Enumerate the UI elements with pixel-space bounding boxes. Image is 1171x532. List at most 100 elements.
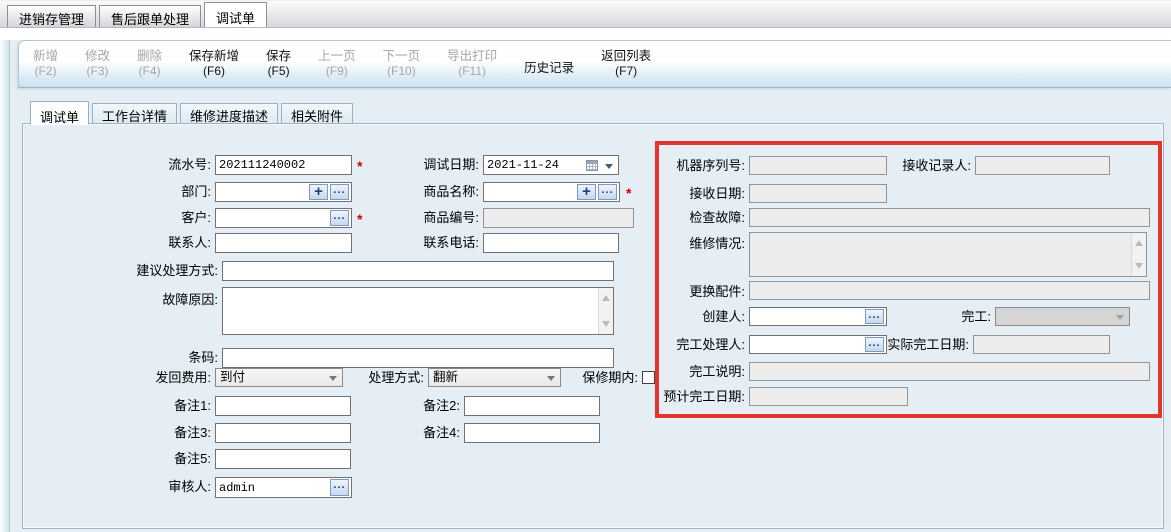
- next-page-button-shortcut: (F10): [383, 64, 421, 79]
- debug-date-field[interactable]: [483, 155, 619, 175]
- save-new-button-label: 保存新增: [189, 49, 239, 64]
- warranty-label: 保修期内:: [560, 368, 638, 388]
- note5-label: 备注5:: [90, 449, 211, 469]
- add-dept-button[interactable]: +: [309, 184, 328, 200]
- note4-input[interactable]: [464, 423, 600, 443]
- delete-button: 删除 (F4): [137, 49, 162, 79]
- chevron-down-icon: [329, 376, 337, 385]
- sub-tab-workbench-detail[interactable]: 工作台详情: [92, 103, 177, 124]
- export-print-button-label: 导出打印: [447, 49, 497, 64]
- main-tab-aftersales[interactable]: 售后跟单处理: [99, 5, 201, 27]
- delete-button-shortcut: (F4): [137, 64, 162, 79]
- note2-input[interactable]: [464, 396, 600, 416]
- product-name-field[interactable]: + ...: [483, 182, 620, 202]
- main-tab-bar: 进销存管理 售后跟单处理 调试单: [0, 0, 1171, 27]
- contact-label: 联系人:: [60, 233, 211, 253]
- serial-label: 流水号:: [60, 155, 211, 175]
- scroll-up-icon[interactable]: [1135, 236, 1143, 246]
- return-fee-select[interactable]: 到付: [215, 368, 343, 387]
- back-to-list-button[interactable]: 返回列表 (F7): [601, 49, 651, 79]
- customer-field[interactable]: ...: [215, 208, 352, 228]
- phone-input[interactable]: [483, 233, 619, 253]
- calendar-icon[interactable]: [586, 160, 598, 171]
- prev-page-button: 上一页 (F9): [318, 49, 356, 79]
- back-to-list-button-shortcut: (F7): [601, 64, 651, 79]
- required-asterisk: *: [357, 155, 362, 177]
- required-asterisk: *: [357, 208, 362, 230]
- suggestion-input[interactable]: [222, 261, 614, 281]
- date-dropdown-arrow-icon[interactable]: [605, 164, 613, 173]
- prev-page-button-label: 上一页: [318, 49, 356, 64]
- machine-sn-label: 机器序列号:: [650, 156, 745, 176]
- creator-field[interactable]: ...: [749, 307, 887, 326]
- chevron-down-icon: [547, 376, 555, 385]
- history-button[interactable]: 历史记录: [524, 53, 574, 76]
- receive-date-input: [749, 184, 887, 203]
- add-product-button[interactable]: +: [577, 184, 596, 200]
- auditor-field[interactable]: ...: [215, 477, 352, 498]
- finish-handler-field[interactable]: ...: [749, 335, 887, 354]
- sub-tab-repair-progress[interactable]: 维修进度描述: [180, 103, 278, 124]
- customer-label: 客户:: [60, 208, 211, 228]
- creator-label: 创建人:: [650, 307, 745, 327]
- modify-button-label: 修改: [85, 49, 110, 64]
- dept-field[interactable]: + ...: [215, 182, 352, 202]
- note3-input[interactable]: [215, 423, 351, 443]
- new-button-shortcut: (F2): [33, 64, 58, 79]
- app-window: 进销存管理 售后跟单处理 调试单 新增 (F2) 修改 (F3) 删除 (F4)…: [0, 0, 1171, 532]
- note1-input[interactable]: [215, 396, 351, 416]
- return-fee-label: 发回费用:: [90, 368, 211, 388]
- product-code-input: [483, 208, 634, 228]
- auditor-picker-button[interactable]: ...: [330, 479, 349, 496]
- repair-status-scrollbar[interactable]: [1131, 233, 1146, 276]
- dept-picker-button[interactable]: ...: [330, 184, 349, 200]
- receive-date-label: 接收日期:: [650, 184, 745, 204]
- creator-picker-button[interactable]: ...: [865, 309, 884, 324]
- modify-button-shortcut: (F3): [85, 64, 110, 79]
- product-picker-button[interactable]: ...: [598, 184, 617, 200]
- export-print-button: 导出打印 (F11): [447, 49, 497, 79]
- suggest-label: 建议处理方式:: [90, 261, 218, 281]
- actual-finish-date-input: [973, 335, 1110, 354]
- save-new-button[interactable]: 保存新增 (F6): [189, 49, 239, 79]
- save-new-button-shortcut: (F6): [189, 64, 239, 79]
- serial-input[interactable]: [215, 155, 352, 175]
- chevron-down-icon: [1116, 315, 1124, 324]
- next-page-button-label: 下一页: [383, 49, 421, 64]
- note3-label: 备注3:: [90, 423, 211, 443]
- fault-reason-label: 故障原因:: [90, 290, 218, 310]
- scroll-down-icon[interactable]: [1135, 263, 1143, 273]
- export-print-button-shortcut: (F11): [447, 64, 497, 79]
- scroll-up-icon[interactable]: [602, 291, 610, 301]
- main-tab-inventory[interactable]: 进销存管理: [7, 5, 96, 27]
- note1-label: 备注1:: [90, 396, 211, 416]
- contact-input[interactable]: [215, 233, 352, 253]
- fault-reason-scrollbar[interactable]: [598, 288, 613, 334]
- fault-reason-textarea[interactable]: [222, 287, 614, 335]
- main-tab-debug-order[interactable]: 调试单: [204, 2, 267, 27]
- save-button-label: 保存: [266, 49, 291, 64]
- handle-method-value: 翻新: [433, 370, 458, 384]
- note2-label: 备注2:: [400, 396, 460, 416]
- check-fault-input: [749, 208, 1150, 227]
- sub-tab-debug-order[interactable]: 调试单: [30, 101, 89, 125]
- expected-finish-date-label: 预计完工日期:: [650, 387, 745, 407]
- prev-page-button-shortcut: (F9): [318, 64, 356, 79]
- back-to-list-button-label: 返回列表: [601, 49, 651, 64]
- delete-button-label: 删除: [137, 49, 162, 64]
- finish-handler-label: 完工处理人:: [650, 335, 745, 355]
- return-fee-value: 到付: [220, 370, 245, 384]
- new-button-label: 新增: [33, 49, 58, 64]
- handle-method-select[interactable]: 翻新: [428, 368, 561, 387]
- debug-date-label: 调试日期:: [380, 155, 479, 175]
- repair-status-textarea: [749, 232, 1147, 277]
- note5-input[interactable]: [215, 449, 351, 469]
- barcode-input[interactable]: [222, 348, 614, 368]
- scroll-down-icon[interactable]: [602, 321, 610, 331]
- required-asterisk: *: [626, 182, 631, 204]
- machine-sn-input: [749, 156, 887, 175]
- product-code-label: 商品编号:: [380, 208, 479, 228]
- save-button[interactable]: 保存 (F5): [266, 49, 291, 79]
- customer-picker-button[interactable]: ...: [330, 210, 349, 226]
- sub-tab-attachments[interactable]: 相关附件: [281, 103, 353, 124]
